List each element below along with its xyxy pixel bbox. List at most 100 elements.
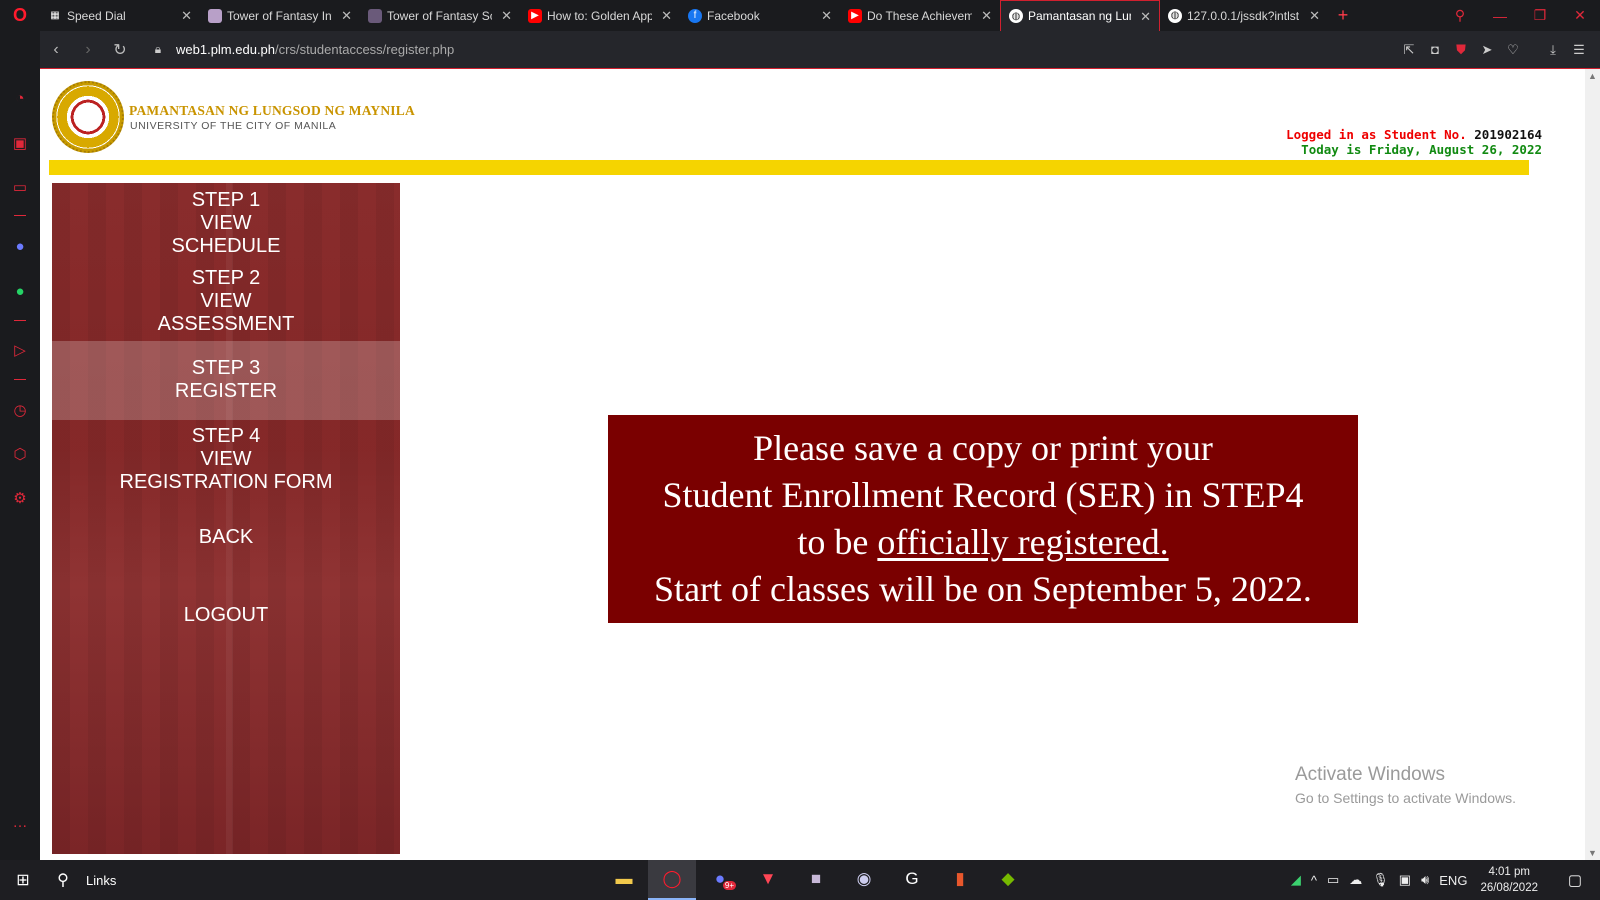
tab-title: Tower of Fantasy Inte	[227, 8, 332, 23]
university-name: PAMANTASAN NG LUNGSOD NG MAYNILA	[129, 103, 415, 118]
globe-icon: ◍	[1009, 9, 1023, 23]
close-window-button[interactable]: ✕	[1560, 7, 1600, 24]
network-icon[interactable]: ▣	[1399, 872, 1411, 888]
windows-start-icon[interactable]: ⊞	[0, 860, 46, 900]
notification-badge: 9+	[722, 881, 736, 890]
tab-search-icon[interactable]: ⚲	[1440, 7, 1480, 24]
tab-facebook[interactable]: f Facebook ✕	[680, 0, 840, 31]
steam-icon[interactable]: ◉	[840, 860, 888, 900]
menu-line: VIEW	[200, 448, 252, 470]
clock[interactable]: 4:01 pm 26/08/2022	[1480, 864, 1538, 896]
notice-line: Student Enrollment Record (SER) in STEP4	[662, 475, 1304, 515]
whatsapp-icon[interactable]: ●	[8, 279, 32, 303]
menu-line: STEP 3	[191, 357, 261, 379]
notice-emphasis: officially registered.	[877, 522, 1169, 562]
side-menu: STEP 1 VIEW SCHEDULE STEP 2 VIEW ASSESSM…	[52, 183, 400, 854]
tab-speed-dial[interactable]: ▦ Speed Dial ✕	[40, 0, 200, 31]
login-info: Logged in as Student No. 201902164 Today…	[1286, 127, 1542, 157]
extensions-cube-icon[interactable]: ⬡	[8, 442, 32, 466]
clock-date: 26/08/2022	[1480, 882, 1538, 894]
tab-youtube-achievements[interactable]: ▶ Do These Achieveme ✕	[840, 0, 1000, 31]
close-tab-icon[interactable]: ✕	[181, 8, 192, 24]
easy-setup-icon[interactable]: ☰	[1566, 42, 1592, 58]
settings-gear-icon[interactable]: ⚙	[8, 486, 32, 510]
menu-logout[interactable]: LOGOUT	[52, 604, 400, 627]
tab-tower-of-fantasy-1[interactable]: Tower of Fantasy Inte ✕	[200, 0, 360, 31]
opera-menu-icon[interactable]: O	[0, 0, 40, 31]
opera-browser-icon[interactable]: ◯	[648, 860, 696, 900]
notice-line: to be officially registered.	[608, 519, 1358, 566]
restore-button[interactable]: ❐	[1520, 7, 1560, 24]
close-tab-icon[interactable]: ✕	[501, 8, 512, 24]
menu-step4-view-registration-form[interactable]: STEP 4 VIEW REGISTRATION FORM	[52, 425, 400, 494]
tab-title: 127.0.0.1/jssdk?intlst	[1187, 8, 1300, 23]
heart-icon[interactable]: ♡	[1500, 42, 1526, 58]
downloads-icon[interactable]: ⤓	[1540, 42, 1566, 58]
player-icon[interactable]: ▷	[8, 338, 32, 362]
speed-dial-icon: ▦	[50, 10, 60, 21]
student-number: 201902164	[1474, 127, 1542, 142]
back-button[interactable]: ‹	[40, 41, 72, 59]
menu-step1-view-schedule[interactable]: STEP 1 VIEW SCHEDULE	[52, 189, 400, 258]
lock-icon[interactable]: 🔒︎	[146, 42, 170, 57]
minimize-button[interactable]: —	[1480, 8, 1520, 24]
speedometer-icon[interactable]: ◔	[8, 86, 32, 110]
tab-youtube-golden-app[interactable]: ▶ How to: Golden App ✕	[520, 0, 680, 31]
menu-back[interactable]: BACK	[52, 526, 400, 549]
share-icon[interactable]: ⇱	[1396, 42, 1422, 58]
globe-icon: ◍	[1168, 8, 1182, 23]
page-scrollbar[interactable]: ▲ ▼	[1585, 69, 1600, 860]
bag-icon[interactable]: ▣	[8, 131, 32, 155]
adblock-shield-icon[interactable]: ⛊	[1448, 42, 1474, 58]
scroll-up-icon[interactable]: ▲	[1588, 71, 1597, 81]
close-tab-icon[interactable]: ✕	[821, 8, 832, 24]
close-tab-icon[interactable]: ✕	[341, 8, 352, 24]
show-hidden-icons-chevron-icon[interactable]: ^	[1311, 873, 1317, 888]
new-tab-button[interactable]: +	[1328, 0, 1358, 31]
action-center-icon[interactable]: ▢	[1555, 871, 1595, 889]
scroll-down-icon[interactable]: ▼	[1588, 848, 1597, 858]
game-icon	[368, 8, 382, 23]
activate-windows-watermark: Activate Windows Go to Settings to activ…	[1295, 764, 1516, 806]
close-tab-icon[interactable]: ✕	[1140, 9, 1151, 25]
language-indicator[interactable]: ENG	[1439, 873, 1467, 888]
microphone-icon[interactable]: 🎙︎	[1372, 872, 1389, 888]
tab-pamantasan[interactable]: ◍ Pamantasan ng Lung ✕	[1000, 0, 1160, 31]
tab-title: Pamantasan ng Lung	[1028, 9, 1131, 23]
forward-button[interactable]: ›	[72, 41, 104, 59]
more-icon[interactable]: …	[8, 810, 32, 834]
close-tab-icon[interactable]: ✕	[1309, 8, 1320, 24]
search-icon[interactable]: ⚲	[46, 870, 80, 890]
tab-localhost-jssdk[interactable]: ◍ 127.0.0.1/jssdk?intlst ✕	[1160, 0, 1328, 31]
menu-line: LOGOUT	[183, 604, 269, 626]
game-launcher-icon[interactable]: ■	[792, 860, 840, 900]
onedrive-cloud-icon[interactable]: ☁	[1349, 872, 1362, 888]
links-toolbar[interactable]: Links	[86, 873, 116, 888]
close-tab-icon[interactable]: ✕	[981, 8, 992, 24]
messenger-icon[interactable]: ●	[8, 234, 32, 258]
volume-icon[interactable]: 🔊︎	[1421, 872, 1429, 888]
file-explorer-icon[interactable]: ▬	[600, 860, 648, 900]
menu-line: VIEW	[200, 212, 252, 234]
logitech-g-icon[interactable]: G	[888, 860, 936, 900]
performance-icon[interactable]: ◢	[1291, 872, 1301, 888]
menu-step3-register[interactable]: STEP 3 REGISTER	[52, 341, 400, 420]
history-icon[interactable]: ◷	[8, 398, 32, 422]
twitch-icon[interactable]: ▭	[8, 175, 32, 199]
menu-line: REGISTRATION FORM	[119, 471, 333, 493]
snapshot-icon[interactable]: ◘	[1422, 42, 1448, 57]
url-field[interactable]: web1.plm.edu.ph/crs/studentaccess/regist…	[176, 42, 454, 57]
send-icon[interactable]: ➤	[1474, 42, 1500, 58]
reload-button[interactable]: ↻	[104, 40, 136, 60]
tab-tower-of-fantasy-2[interactable]: Tower of Fantasy Sco ✕	[360, 0, 520, 31]
office-icon[interactable]: ▮	[936, 860, 984, 900]
menu-step2-view-assessment[interactable]: STEP 2 VIEW ASSESSMENT	[52, 267, 400, 336]
notice-line: Please save a copy or print your	[753, 428, 1213, 468]
close-tab-icon[interactable]: ✕	[661, 8, 672, 24]
discord-icon[interactable]: ● 9+	[696, 860, 744, 900]
login-label: Logged in as Student No.	[1286, 127, 1467, 142]
page-viewport: PAMANTASAN NG LUNGSOD NG MAYNILA UNIVERS…	[40, 69, 1585, 860]
valorant-icon[interactable]: ▼	[744, 860, 792, 900]
nvidia-icon[interactable]: ◆	[984, 860, 1032, 900]
meet-now-icon[interactable]: ▭	[1327, 872, 1339, 888]
